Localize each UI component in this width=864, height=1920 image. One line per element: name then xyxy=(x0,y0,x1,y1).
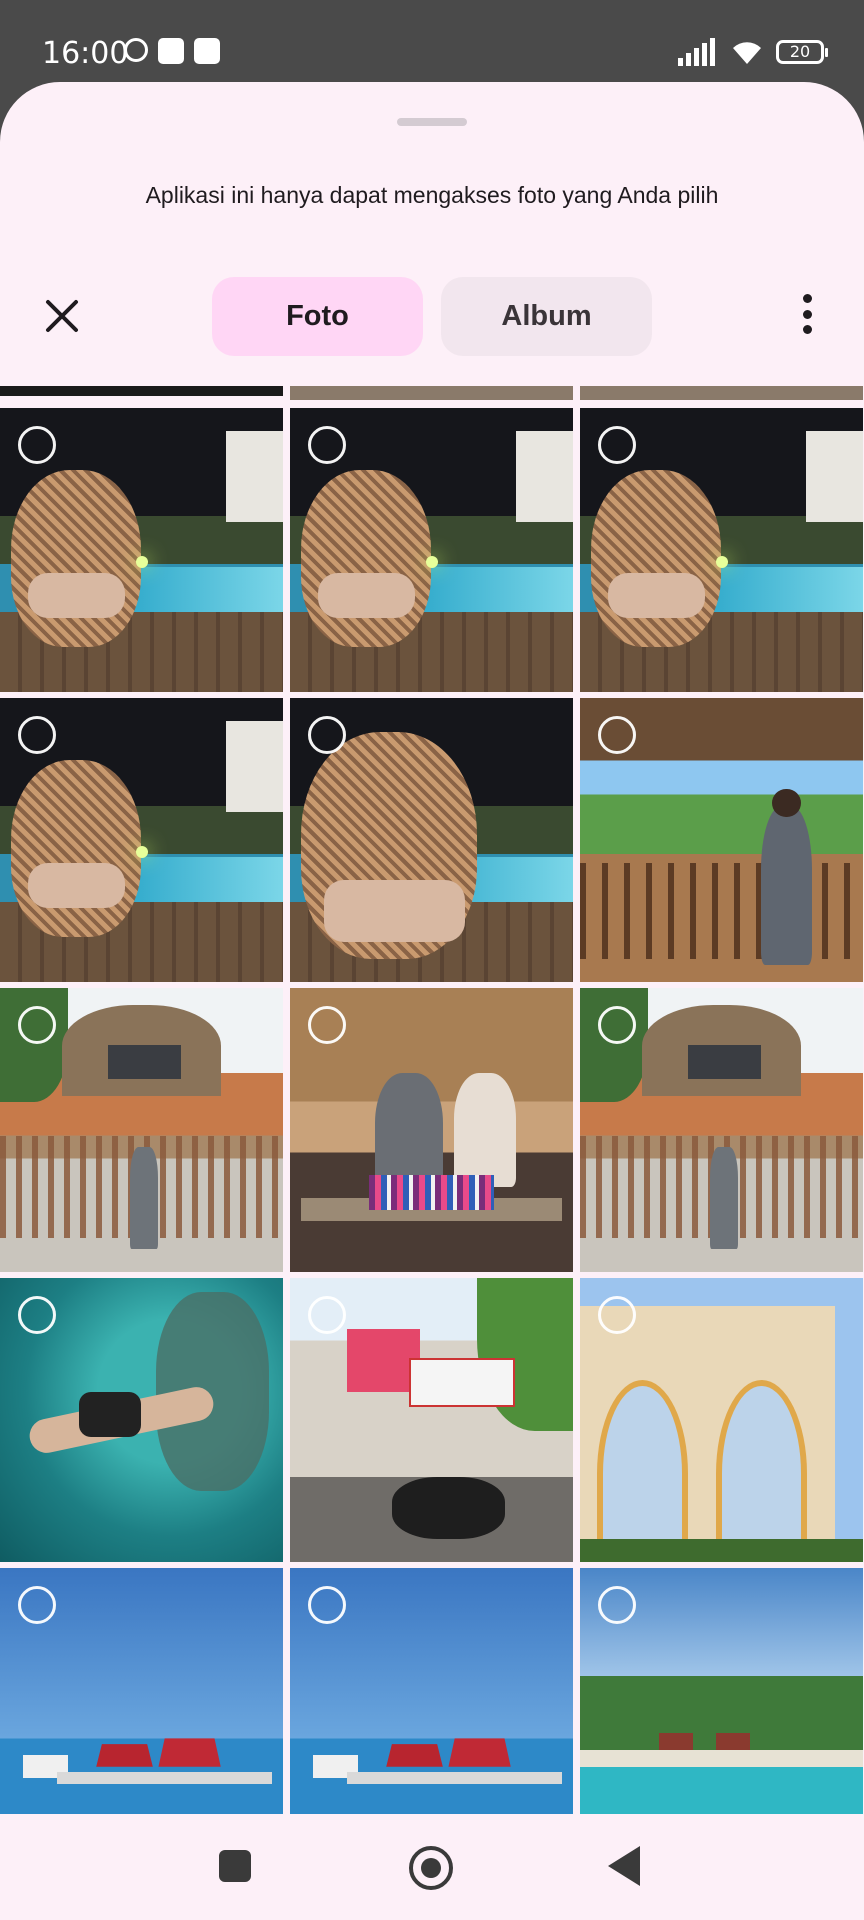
photo-thumbnail[interactable] xyxy=(0,408,283,692)
photo-thumbnail[interactable] xyxy=(290,1278,573,1562)
photo-thumbnail[interactable] xyxy=(0,988,283,1272)
select-circle[interactable] xyxy=(308,1586,346,1624)
photo-grid xyxy=(0,386,864,1896)
photo-thumbnail[interactable] xyxy=(580,1278,863,1562)
photo-thumbnail[interactable] xyxy=(0,1278,283,1562)
photo-thumbnail-partial[interactable] xyxy=(580,386,863,400)
drag-handle[interactable] xyxy=(397,118,467,126)
photo-thumbnail-partial[interactable] xyxy=(0,386,283,396)
photo-thumbnail[interactable] xyxy=(290,988,573,1272)
photo-thumbnail[interactable] xyxy=(0,698,283,982)
access-notice: Aplikasi ini hanya dapat mengakses foto … xyxy=(145,182,719,208)
select-circle[interactable] xyxy=(18,1586,56,1624)
photo-thumbnail[interactable] xyxy=(290,408,573,692)
photo-thumbnail[interactable] xyxy=(580,1568,863,1852)
close-icon[interactable] xyxy=(38,292,86,340)
status-time: 16:00 xyxy=(42,36,129,71)
more-options-icon[interactable] xyxy=(790,294,824,334)
tab-album[interactable]: Album xyxy=(441,277,652,356)
notification-icons xyxy=(124,38,220,64)
recents-button[interactable] xyxy=(219,1850,251,1882)
select-circle[interactable] xyxy=(18,1006,56,1044)
select-circle[interactable] xyxy=(308,716,346,754)
select-circle[interactable] xyxy=(598,1296,636,1334)
photo-thumbnail[interactable] xyxy=(290,1568,573,1852)
system-icons: 20 xyxy=(678,38,828,66)
select-circle[interactable] xyxy=(308,426,346,464)
photo-thumbnail[interactable] xyxy=(580,698,863,982)
select-circle[interactable] xyxy=(598,716,636,754)
select-circle[interactable] xyxy=(308,1006,346,1044)
select-circle[interactable] xyxy=(18,716,56,754)
photo-thumbnail[interactable] xyxy=(0,1568,283,1852)
wifi-icon xyxy=(733,42,761,64)
photo-thumbnail[interactable] xyxy=(290,698,573,982)
home-button[interactable] xyxy=(409,1846,453,1890)
select-circle[interactable] xyxy=(18,426,56,464)
photo-thumbnail[interactable] xyxy=(580,408,863,692)
select-circle[interactable] xyxy=(308,1296,346,1334)
alarm-icon xyxy=(124,38,148,62)
signal-icon xyxy=(678,38,718,66)
select-circle[interactable] xyxy=(598,1006,636,1044)
message-icon xyxy=(158,38,184,64)
battery-icon: 20 xyxy=(776,40,828,64)
tab-foto-label: Foto xyxy=(286,300,349,332)
photo-thumbnail-partial[interactable] xyxy=(290,386,573,400)
select-circle[interactable] xyxy=(598,1586,636,1624)
tab-album-label: Album xyxy=(501,300,592,332)
select-circle[interactable] xyxy=(598,426,636,464)
photo-thumbnail[interactable] xyxy=(580,988,863,1272)
upload-icon xyxy=(194,38,220,64)
select-circle[interactable] xyxy=(18,1296,56,1334)
back-button[interactable] xyxy=(608,1846,640,1886)
photo-picker-sheet: Aplikasi ini hanya dapat mengakses foto … xyxy=(0,82,864,1920)
tab-foto[interactable]: Foto xyxy=(212,277,423,356)
status-bar: 16:00 20 xyxy=(0,0,864,90)
system-nav-bar xyxy=(0,1814,864,1920)
